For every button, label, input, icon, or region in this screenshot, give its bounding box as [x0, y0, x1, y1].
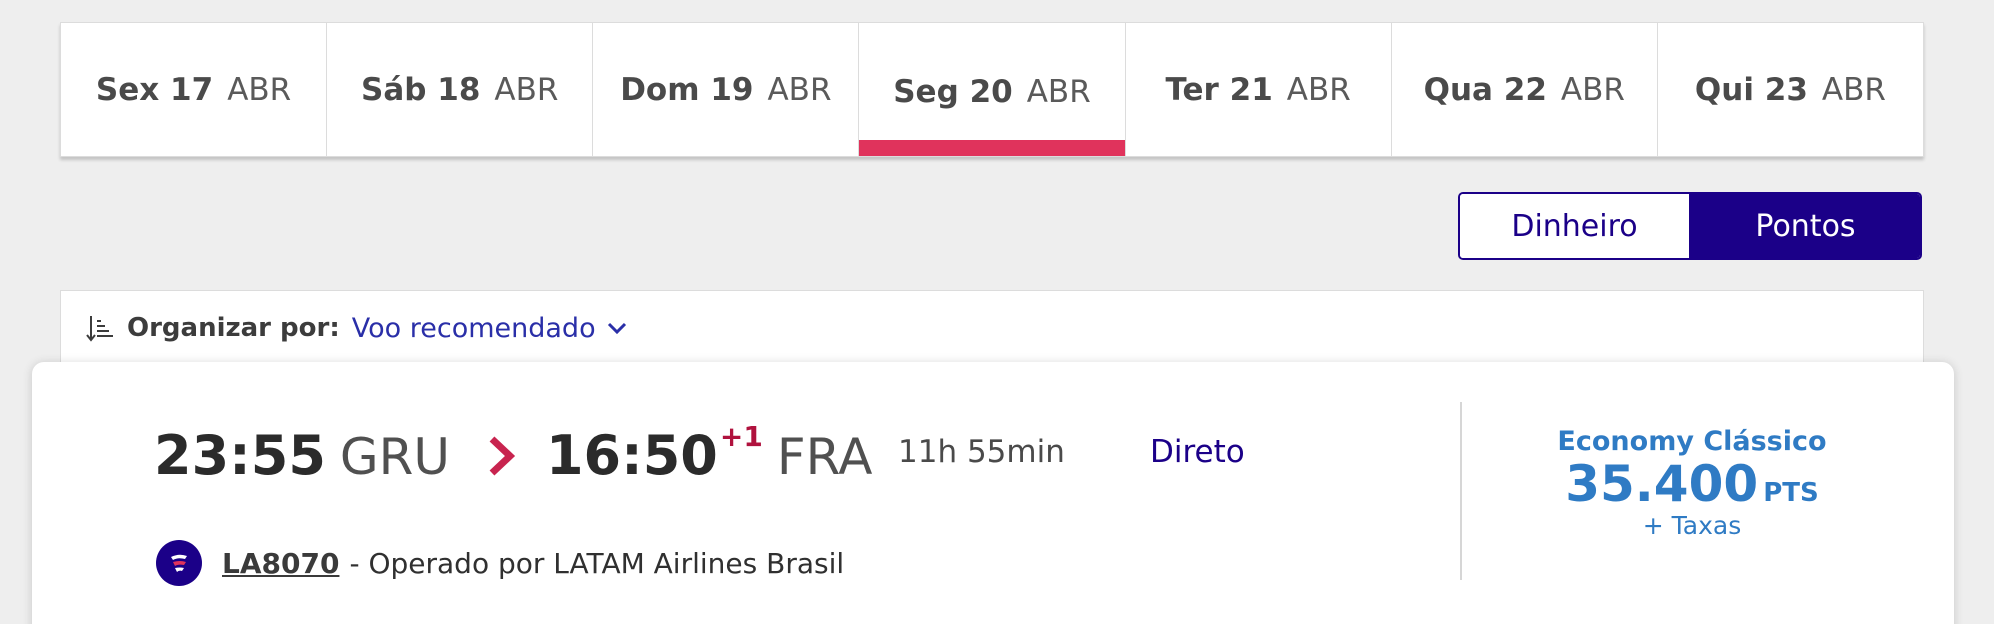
date-tab-month: ABR [1560, 71, 1625, 108]
date-tab-6[interactable]: Qui 23 ABR [1658, 23, 1923, 156]
fare-taxes: + Taxas [1642, 511, 1742, 540]
flight-card[interactable]: 23:55 GRU 16:50 +1 FRA 11h 55min Direto … [32, 362, 1954, 624]
arrival-time: 16:50 [545, 424, 718, 487]
date-tab-day: Sex 17 [95, 71, 214, 108]
date-tab-month: ABR [227, 71, 292, 108]
date-tab-5[interactable]: Qua 22 ABR [1392, 23, 1658, 156]
stops-link[interactable]: Direto [1150, 434, 1245, 470]
date-tab-2[interactable]: Dom 19 ABR [593, 23, 860, 156]
sort-dropdown[interactable]: Voo recomendado [352, 313, 596, 344]
operator-text: - Operado por LATAM Airlines Brasil [349, 546, 845, 580]
sort-icon [86, 316, 113, 342]
fare-unit: PTS [1763, 478, 1819, 508]
flight-number-link[interactable]: LA8070 [222, 547, 339, 580]
date-tab-3-selected[interactable]: Seg 20 ABR [859, 23, 1126, 156]
airline-logo-icon [156, 540, 202, 586]
flight-duration: 11h 55min [898, 434, 1065, 470]
date-tab-4[interactable]: Ter 21 ABR [1126, 23, 1392, 156]
date-tab-month: ABR [1286, 71, 1351, 108]
fare-cabin: Economy Clássico [1557, 426, 1827, 457]
chevron-down-icon[interactable] [606, 317, 628, 339]
payment-toggle: Dinheiro Pontos [1458, 192, 1922, 260]
departure-time: 23:55 [154, 424, 326, 487]
operator-row: LA8070 - Operado por LATAM Airlines Bras… [156, 540, 844, 586]
date-tab-month: ABR [1026, 73, 1091, 110]
arrival-airport: FRA [776, 428, 873, 486]
money-option-button[interactable]: Dinheiro [1460, 194, 1691, 258]
date-selector: Sex 17 ABR Sáb 18 ABR Dom 19 ABR Seg 20 … [60, 22, 1924, 157]
day-offset-badge: +1 [719, 420, 763, 453]
date-tab-month: ABR [767, 71, 832, 108]
departure-airport: GRU [339, 428, 450, 486]
fare-price: 35.400 [1565, 455, 1759, 513]
date-tab-day: Ter 21 [1165, 71, 1273, 108]
fare-option[interactable]: Economy Clássico 35.400 PTS + Taxas [1492, 426, 1892, 540]
date-tab-1[interactable]: Sáb 18 ABR [327, 23, 594, 156]
date-tab-month: ABR [1821, 71, 1886, 108]
date-tab-day: Seg 20 [893, 73, 1013, 110]
flight-times: 23:55 GRU 16:50 +1 FRA [154, 420, 873, 487]
chevron-right-icon [489, 435, 516, 476]
sort-control: Organizar por: Voo recomendado [85, 309, 628, 347]
date-tab-day: Qui 23 [1694, 71, 1808, 108]
date-tab-month: ABR [494, 71, 559, 108]
points-option-button[interactable]: Pontos [1691, 194, 1920, 258]
date-tab-day: Qua 22 [1423, 71, 1547, 108]
divider [1460, 402, 1462, 580]
fare-price-row: 35.400 PTS [1492, 457, 1892, 511]
date-tab-0[interactable]: Sex 17 ABR [61, 23, 328, 156]
date-tab-day: Sáb 18 [361, 71, 481, 108]
sort-label: Organizar por: [127, 313, 340, 343]
date-tab-day: Dom 19 [620, 71, 754, 108]
